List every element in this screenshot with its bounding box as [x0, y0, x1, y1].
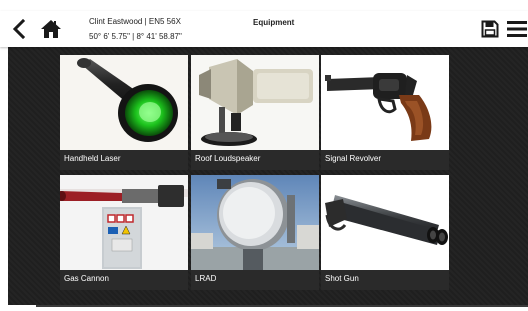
- handheld-laser-image: [60, 55, 188, 150]
- bottom-bar-shadow: [36, 305, 528, 307]
- equipment-tile-shot-gun[interactable]: Shot Gun: [321, 175, 449, 290]
- back-arrow-icon: [12, 19, 26, 39]
- equipment-label: LRAD: [195, 274, 217, 283]
- equipment-tile-handheld-laser[interactable]: Handheld Laser: [60, 55, 188, 170]
- equipment-tile-lrad[interactable]: LRAD: [191, 175, 319, 290]
- user-name: Clint Eastwood | EN5 56X: [89, 17, 181, 26]
- roof-loudspeaker-image: [191, 55, 319, 150]
- equipment-label: Handheld Laser: [64, 154, 121, 163]
- back-button[interactable]: [8, 17, 30, 41]
- equipment-tile-roof-loudspeaker[interactable]: Roof Loudspeaker: [191, 55, 319, 170]
- equipment-label: Shot Gun: [325, 274, 359, 283]
- top-bar: Clint Eastwood | EN5 56X 50° 6' 5.75" | …: [0, 11, 528, 47]
- home-button[interactable]: [38, 17, 64, 41]
- hamburger-menu-icon: [507, 21, 527, 37]
- lrad-image: [191, 175, 319, 270]
- equipment-tile-gas-cannon[interactable]: Gas Cannon: [60, 175, 188, 290]
- home-icon: [41, 20, 61, 38]
- equipment-grid: Handheld Laser Roof Loudspeaker Signal R…: [8, 47, 528, 305]
- gas-cannon-image: [60, 175, 188, 270]
- equipment-label: Signal Revolver: [325, 154, 382, 163]
- save-button[interactable]: [479, 18, 501, 40]
- signal-revolver-image: [321, 55, 449, 150]
- page-title: Equipment: [253, 18, 295, 27]
- gps-coordinates: 50° 6' 5.75" | 8° 41' 58.87": [89, 32, 182, 41]
- equipment-tile-signal-revolver[interactable]: Signal Revolver: [321, 55, 449, 170]
- equipment-label: Roof Loudspeaker: [195, 154, 261, 163]
- equipment-label: Gas Cannon: [64, 274, 109, 283]
- save-icon: [481, 20, 499, 38]
- menu-button[interactable]: [506, 19, 528, 39]
- shot-gun-image: [321, 175, 449, 270]
- bottom-navigation-bar: [0, 305, 528, 311]
